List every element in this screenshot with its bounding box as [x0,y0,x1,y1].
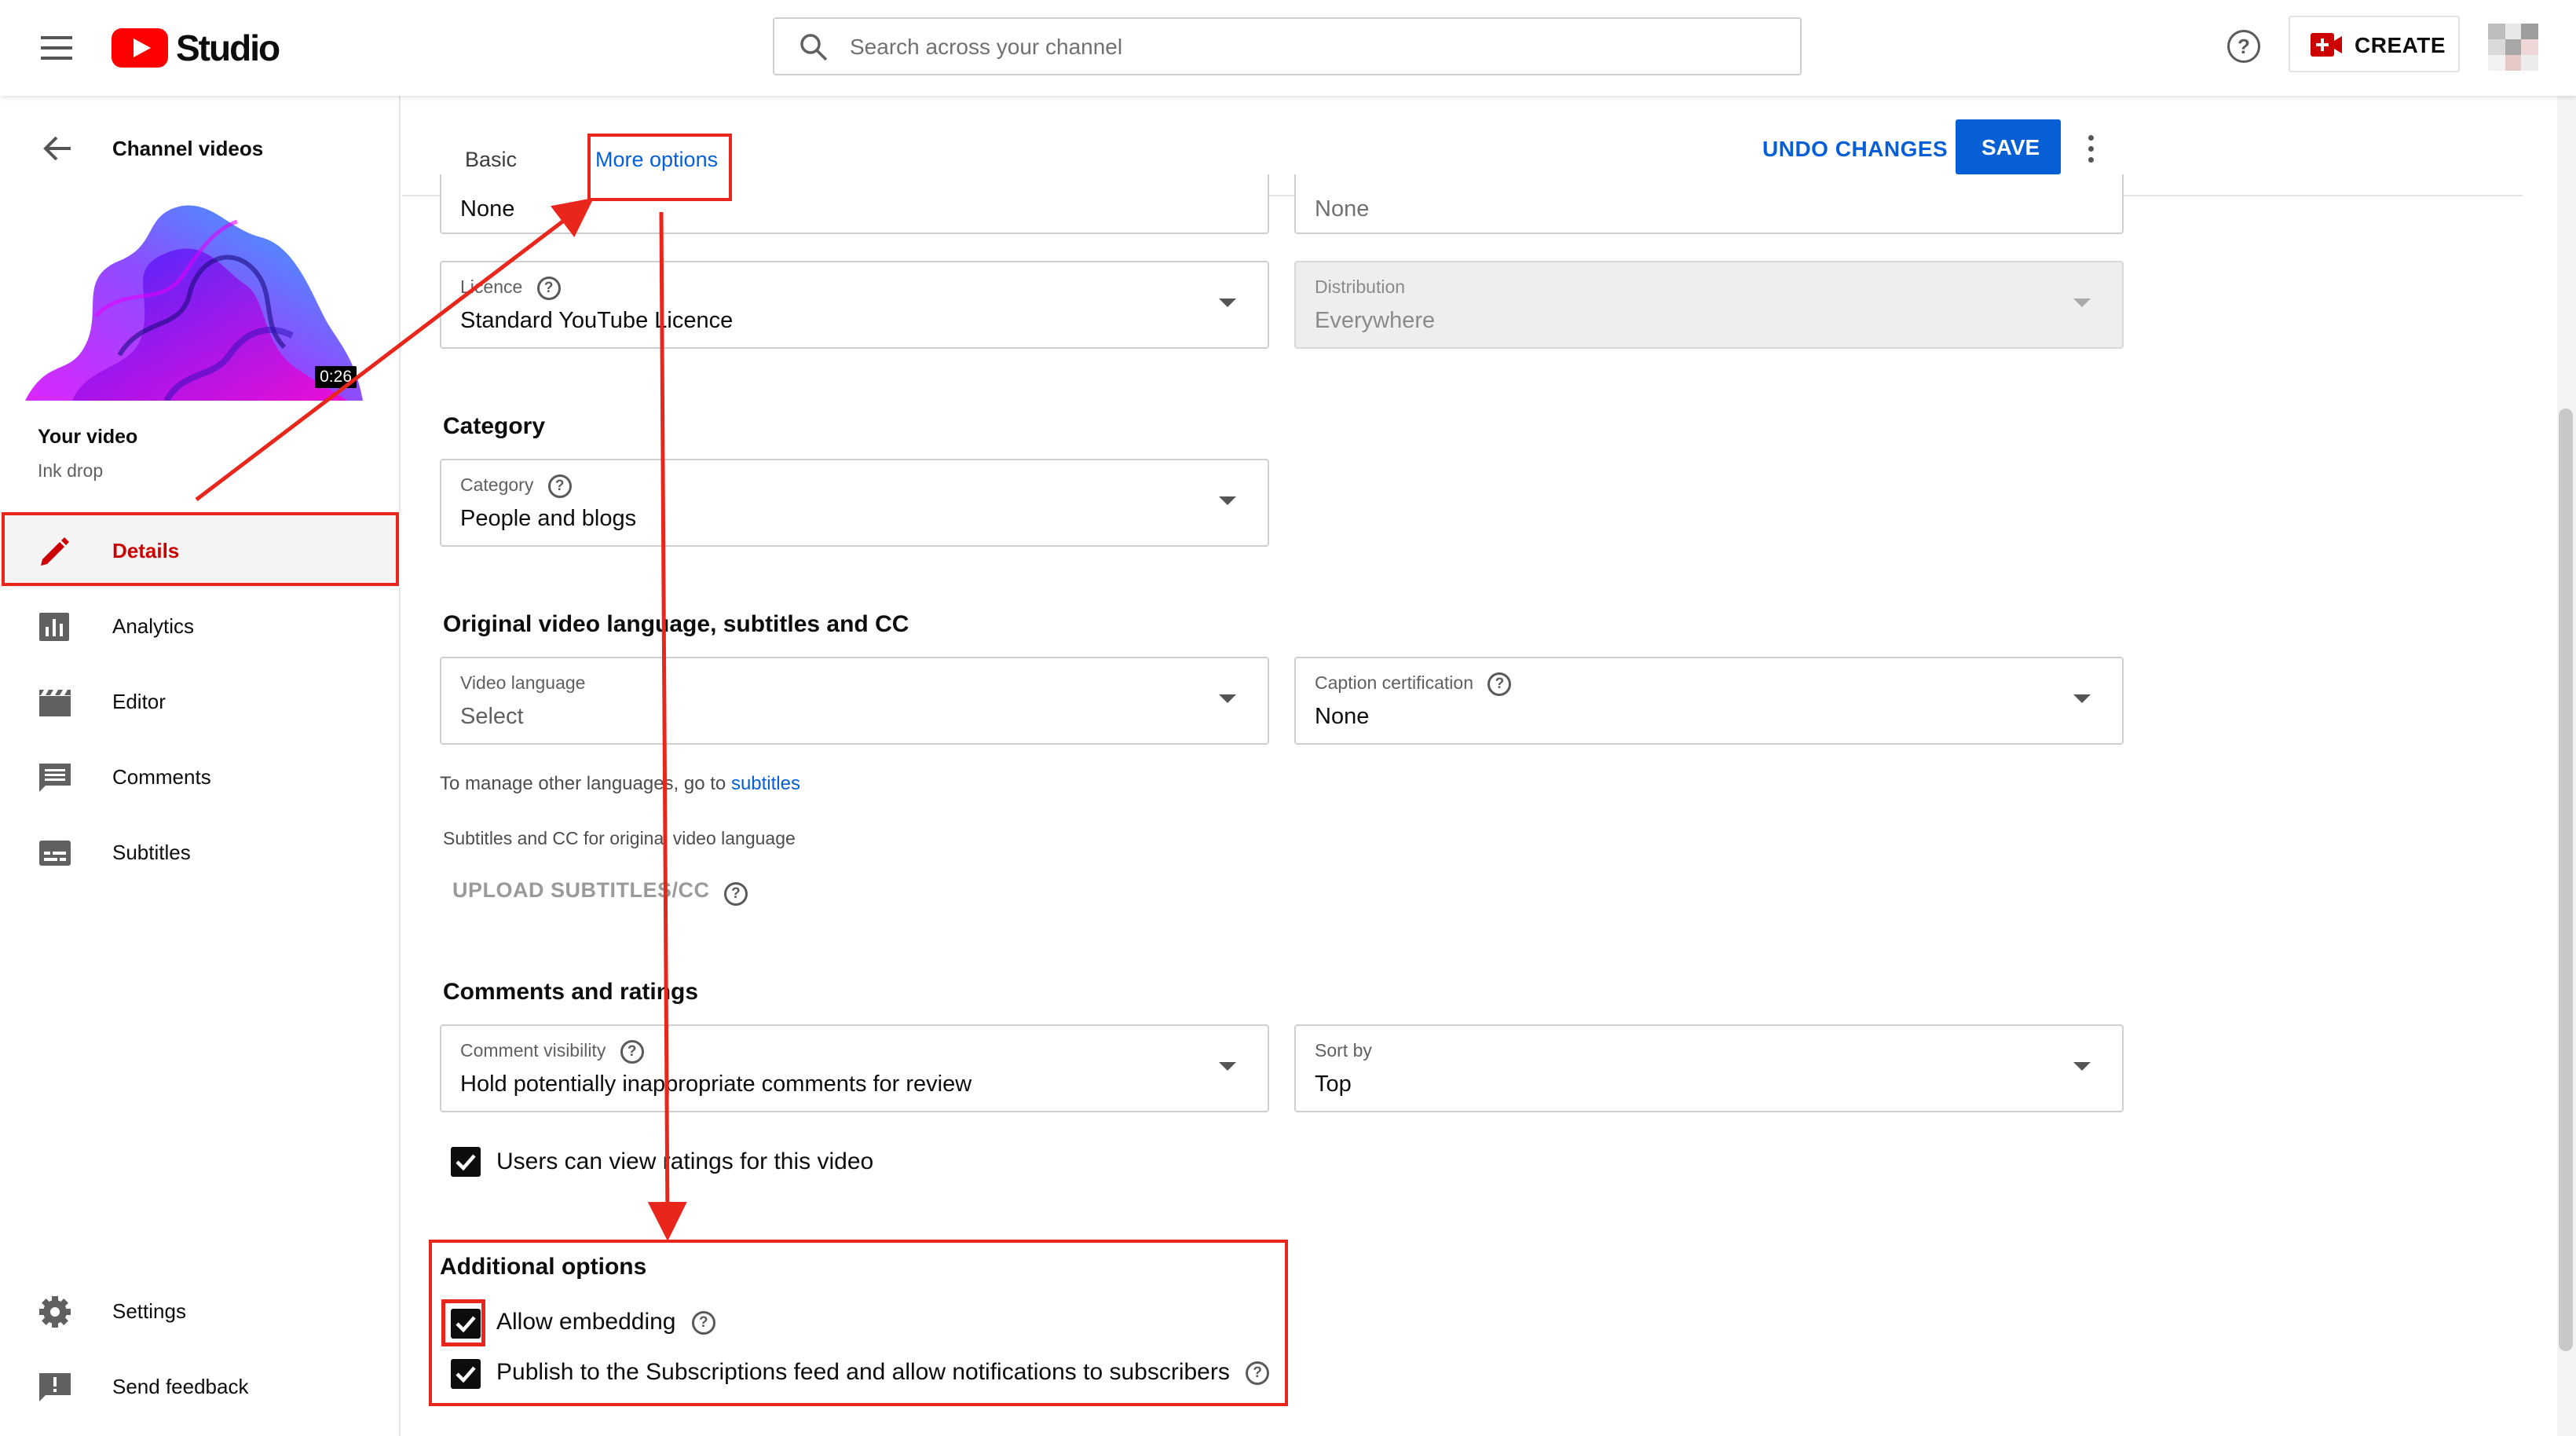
save-label: SAVE [1981,135,2040,159]
checkmark-icon [456,1154,476,1171]
highlight-embedding-checkbox [441,1299,485,1346]
manage-languages-note: To manage other languages, go to subtitl… [440,773,800,795]
video-language-value: Select [460,704,524,729]
more-vert-icon[interactable] [2084,134,2097,165]
video-camera-plus-icon [2311,33,2342,57]
ratings-checkbox[interactable] [451,1147,481,1177]
feedback-icon [39,1373,71,1401]
chevron-down-icon [1219,299,1236,307]
back-label: Channel videos [112,137,264,160]
video-duration: 0:26 [320,368,352,386]
gear-icon [39,1296,71,1328]
ink-drop-thumbnail-image [25,205,363,401]
studio-wordmark: Studio [176,27,280,68]
scrollbar-thumb[interactable] [2559,408,2573,1351]
video-duration-badge: 0:26 [315,366,357,388]
comment-visibility-select[interactable]: Comment visibility ? Hold potentially in… [440,1024,1269,1112]
highlight-additional-options [429,1240,1288,1406]
licence-select[interactable]: Licence ? Standard YouTube Licence [440,261,1269,349]
sidebar-item-label: Send feedback [112,1375,249,1398]
subtitles-note: Subtitles and CC for original video lang… [443,828,796,848]
licence-value: Standard YouTube Licence [460,308,734,333]
sidebar-item-label: Subtitles [112,841,191,864]
help-icon[interactable]: ? [547,474,572,498]
search-icon [800,34,828,61]
clapperboard-icon [39,690,71,716]
save-button[interactable]: SAVE [1956,119,2061,174]
chevron-down-icon [1219,496,1236,505]
sidebar-item-analytics[interactable]: Analytics [0,588,401,663]
search-bar[interactable]: Search across your channel [773,17,1802,75]
studio-logo[interactable]: Studio [112,27,284,71]
distribution-value: Everywhere [1315,308,1436,333]
tab-basic[interactable]: Basic [465,148,517,172]
top-left-field[interactable]: None [440,174,1269,234]
sort-by-value: Top [1315,1072,1352,1097]
upload-subtitles-label: UPLOAD SUBTITLES/CC [452,878,710,902]
sidebar-item-label: Analytics [112,614,195,638]
help-icon[interactable]: ? [536,277,561,300]
subtitles-link[interactable]: subtitles [731,773,800,794]
comments-section-title: Comments and ratings [443,979,699,1005]
sidebar-item-label: Settings [112,1299,186,1323]
chevron-down-icon [1219,694,1236,703]
highlight-details [2,512,399,586]
create-button[interactable]: CREATE [2289,16,2460,72]
help-icon[interactable]: ? [1487,672,1512,696]
caption-certification-value: None [1315,704,1370,729]
distribution-label: Distribution [1315,277,1406,297]
help-icon[interactable]: ? [2227,30,2260,63]
sidebar-item-settings[interactable]: Settings [0,1273,401,1348]
top-left-value: None [460,196,515,222]
search-input[interactable]: Search across your channel [850,35,1122,60]
sidebar-item-label: Editor [112,690,166,713]
language-section-title: Original video language, subtitles and C… [443,611,909,637]
sidebar-item-editor[interactable]: Editor [0,663,401,738]
youtube-logo-icon [112,28,168,68]
chevron-down-icon [2073,694,2091,703]
video-thumbnail[interactable]: 0:26 [25,198,363,401]
chevron-down-icon [2073,1062,2091,1071]
avatar[interactable] [2488,24,2538,71]
category-value: People and blogs [460,506,637,531]
highlight-more-options-tab [587,134,732,201]
back-to-channel-videos[interactable]: Channel videos [0,127,401,182]
comment-visibility-value: Hold potentially inappropriate comments … [460,1072,972,1097]
help-icon[interactable]: ? [723,881,748,906]
sidebar-item-comments[interactable]: Comments [0,738,401,814]
upload-subtitles-button[interactable]: UPLOAD SUBTITLES/CC ? [452,878,748,906]
category-section-title: Category [443,413,546,439]
analytics-icon [39,613,69,641]
arrow-back-icon [43,136,71,161]
licence-label: Licence [460,277,523,298]
sidebar-item-subtitles[interactable]: Subtitles [0,814,401,889]
chevron-down-icon [1219,1062,1236,1071]
menu-icon[interactable] [41,36,72,60]
sidebar-item-label: Comments [112,765,211,789]
category-select[interactable]: Category ? People and blogs [440,459,1269,547]
distribution-select: Distribution Everywhere [1294,261,2124,349]
top-right-field[interactable]: None [1294,174,2124,234]
top-right-value: None [1315,196,1370,222]
comment-icon [39,764,71,792]
undo-changes-button[interactable]: UNDO CHANGES [1762,137,1948,162]
subtitles-icon [39,841,71,866]
top-bar: Studio Search across your channel ? CREA… [0,0,2576,96]
sort-by-select[interactable]: Sort by Top [1294,1024,2124,1112]
your-video-heading: Your video [38,426,138,448]
caption-certification-select[interactable]: Caption certification ? None [1294,657,2124,745]
video-language-select[interactable]: Video language Select [440,657,1269,745]
ratings-label: Users can view ratings for this video [496,1148,874,1174]
video-title: Ink drop [38,460,104,481]
video-language-label: Video language [460,672,586,693]
sort-by-label: Sort by [1315,1040,1372,1061]
comment-visibility-label: Comment visibility [460,1040,606,1061]
help-icon[interactable]: ? [620,1040,644,1064]
chevron-down-icon [2073,299,2091,307]
caption-certification-label: Caption certification [1315,672,1473,694]
left-sidebar: Channel videos 0:26 Your video Ink drop … [0,96,401,1436]
sidebar-item-send-feedback[interactable]: Send feedback [0,1348,401,1423]
manage-languages-text: To manage other languages, go to [440,773,731,794]
category-label: Category [460,474,534,496]
